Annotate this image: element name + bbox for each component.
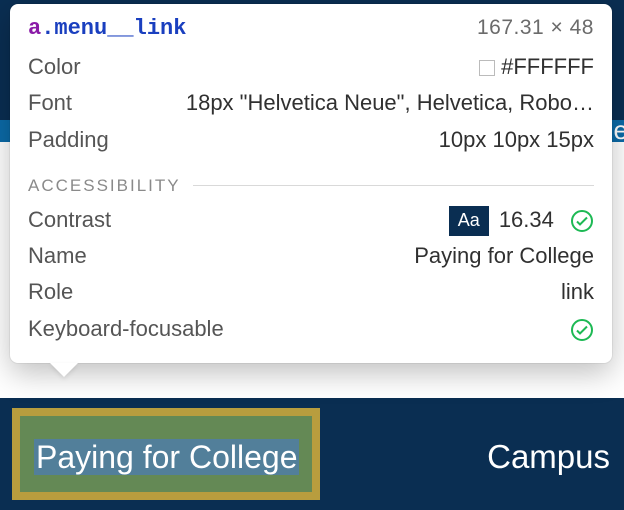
checkmark-icon	[570, 318, 594, 342]
keyboard-focusable-label: Keyboard-focusable	[28, 311, 224, 347]
contrast-value: Aa16.34	[449, 202, 594, 238]
style-row-font: Font 18px "Helvetica Neue", Helvetica, R…	[28, 85, 594, 121]
a11y-row-keyboard: Keyboard-focusable	[28, 311, 594, 347]
a11y-name-value: Paying for College	[414, 238, 594, 274]
padding-value: 10px 10px 15px	[439, 122, 594, 158]
section-divider	[193, 185, 594, 186]
nav-link-paying-for-college[interactable]: Paying for College	[34, 439, 299, 476]
selector-tag: a	[28, 16, 41, 41]
font-label: Font	[28, 85, 72, 121]
devtools-element-tooltip: a.menu__link 167.31 × 48 Color #FFFFFF F…	[10, 4, 612, 363]
style-row-color: Color #FFFFFF	[28, 49, 594, 85]
contrast-label: Contrast	[28, 202, 111, 238]
element-dimensions: 167.31 × 48	[477, 16, 594, 40]
element-selector: a.menu__link	[28, 16, 186, 41]
a11y-role-value: link	[561, 274, 594, 310]
accessibility-header-label: ACCESSIBILITY	[28, 176, 181, 196]
padding-label: Padding	[28, 122, 109, 158]
main-nav-bar: Paying for College Campus	[0, 398, 624, 510]
contrast-sample-swatch: Aa	[449, 206, 489, 236]
a11y-name-label: Name	[28, 238, 87, 274]
checkmark-icon	[570, 209, 594, 233]
color-label: Color	[28, 49, 81, 85]
font-value: 18px "Helvetica Neue", Helvetica, Robo…	[186, 85, 594, 121]
keyboard-focusable-value	[560, 311, 594, 347]
nav-link-campus[interactable]: Campus	[487, 438, 610, 476]
style-row-padding: Padding 10px 10px 15px	[28, 122, 594, 158]
a11y-role-label: Role	[28, 274, 73, 310]
selector-class: .menu__link	[41, 16, 186, 41]
a11y-row-role: Role link	[28, 274, 594, 310]
color-swatch-icon	[479, 60, 495, 76]
accessibility-section-header: ACCESSIBILITY	[28, 176, 594, 196]
partial-stripe-text: e	[614, 115, 624, 146]
a11y-row-contrast: Contrast Aa16.34	[28, 202, 594, 238]
a11y-row-name: Name Paying for College	[28, 238, 594, 274]
color-value: #FFFFFF	[479, 49, 594, 85]
